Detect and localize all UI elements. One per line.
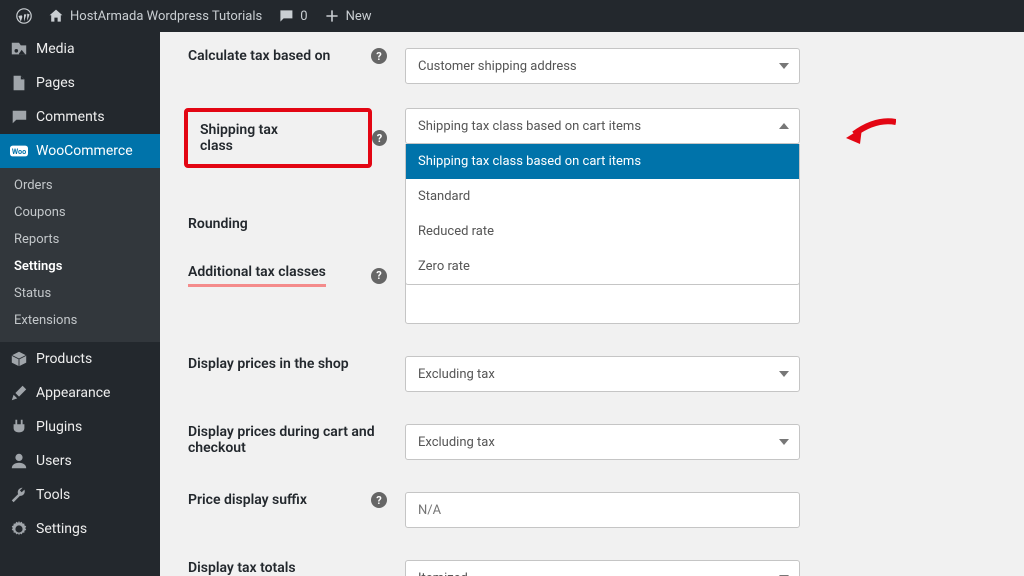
sidebar-item-label: Products (36, 351, 92, 367)
chevron-down-icon (779, 439, 789, 445)
sidebar-item-label: Media (36, 41, 75, 57)
dropdown-option[interactable]: Standard (406, 179, 799, 214)
label-additional-tax-classes: Additional tax classes (188, 264, 326, 280)
select-value: Excluding tax (418, 367, 495, 382)
input-price-suffix[interactable] (405, 492, 800, 528)
sidebar-item-label: WooCommerce (36, 143, 133, 159)
select-value: Itemized (418, 571, 468, 576)
submenu-item-coupons[interactable]: Coupons (0, 199, 160, 226)
sidebar-item-users[interactable]: Users (0, 444, 160, 478)
sidebar-item-label: Users (36, 453, 72, 469)
sidebar-item-plugins[interactable]: Plugins (0, 410, 160, 444)
help-icon[interactable]: ? (371, 268, 387, 284)
label-display-totals: Display tax totals (188, 560, 296, 576)
label-rounding: Rounding (188, 216, 248, 232)
label-calculate-tax: Calculate tax based on (188, 48, 330, 64)
row-display-shop: Display prices in the shop Excluding tax (180, 340, 1004, 408)
label-display-cart: Display prices during cart and checkout (188, 424, 405, 456)
sidebar-item-woocommerce[interactable]: Woo WooCommerce (0, 134, 160, 168)
comments-link[interactable]: 0 (270, 0, 315, 32)
site-link[interactable]: HostArmada Wordpress Tutorials (40, 0, 270, 32)
admin-toolbar: HostArmada Wordpress Tutorials 0 New (0, 0, 1024, 32)
sidebar-item-products[interactable]: Products (0, 342, 160, 376)
settings-content: Calculate tax based on? Customer shippin… (160, 32, 1024, 576)
label-price-suffix: Price display suffix (188, 492, 307, 508)
dropdown-option[interactable]: Shipping tax class based on cart items (406, 144, 799, 179)
select-display-cart[interactable]: Excluding tax (405, 424, 800, 460)
submenu-item-status[interactable]: Status (0, 280, 160, 307)
new-link[interactable]: New (316, 0, 380, 32)
select-display-totals[interactable]: Itemized (405, 560, 800, 576)
sidebar-item-label: Pages (36, 75, 75, 91)
gear-icon (10, 520, 28, 538)
sidebar-item-tools[interactable]: Tools (0, 478, 160, 512)
home-icon (48, 8, 64, 24)
sidebar-item-label: Settings (36, 521, 87, 537)
help-icon[interactable]: ? (372, 130, 387, 146)
row-display-totals: Display tax totals Itemized (180, 544, 1004, 576)
sidebar-item-settings[interactable]: Settings (0, 512, 160, 546)
select-value: Excluding tax (418, 435, 495, 450)
wordpress-logo[interactable] (8, 0, 40, 32)
new-label: New (346, 9, 372, 24)
annotation-arrow (846, 116, 896, 150)
sidebar-item-label: Appearance (36, 385, 110, 401)
select-calculate-tax[interactable]: Customer shipping address (405, 48, 800, 84)
highlight-shipping-tax-class: Shipping tax class (184, 108, 372, 168)
dropdown-shipping-tax-class: Shipping tax class based on cart itemsSt… (405, 144, 800, 285)
svg-text:Woo: Woo (12, 147, 26, 156)
media-icon (10, 40, 28, 58)
dropdown-option[interactable]: Zero rate (406, 249, 799, 284)
sidebar-item-label: Comments (36, 109, 105, 125)
label-shipping-tax-class: Shipping tax class (200, 122, 278, 154)
sidebar-item-label: Tools (36, 487, 70, 503)
comment-icon (278, 8, 294, 24)
submenu-item-settings[interactable]: Settings (0, 253, 160, 280)
dropdown-option[interactable]: Reduced rate (406, 214, 799, 249)
help-icon[interactable]: ? (371, 492, 387, 508)
chevron-down-icon (779, 63, 789, 69)
sidebar-item-media[interactable]: Media (0, 32, 160, 66)
select-display-shop[interactable]: Excluding tax (405, 356, 800, 392)
row-price-suffix: Price display suffix? (180, 476, 1004, 544)
box-icon (10, 350, 28, 368)
sidebar-item-appearance[interactable]: Appearance (0, 376, 160, 410)
user-icon (10, 452, 28, 470)
sidebar-item-label: Plugins (36, 419, 82, 435)
admin-sidebar: Media Pages Comments Woo WooCommerce Order… (0, 32, 160, 576)
comment-icon (10, 108, 28, 126)
highlight-additional-classes: Additional tax classes (188, 264, 326, 287)
comments-count: 0 (300, 9, 307, 24)
page-icon (10, 74, 28, 92)
woo-icon: Woo (10, 142, 28, 160)
row-display-cart: Display prices during cart and checkout … (180, 408, 1004, 476)
sidebar-item-pages[interactable]: Pages (0, 66, 160, 100)
plus-icon (324, 8, 340, 24)
chevron-up-icon (779, 123, 789, 129)
submenu-item-extensions[interactable]: Extensions (0, 307, 160, 334)
chevron-down-icon (779, 371, 789, 377)
site-title: HostArmada Wordpress Tutorials (70, 9, 262, 24)
select-value: Customer shipping address (418, 59, 577, 74)
label-display-shop: Display prices in the shop (188, 356, 349, 372)
wrench-icon (10, 486, 28, 504)
select-value: Shipping tax class based on cart items (418, 119, 641, 134)
submenu-item-orders[interactable]: Orders (0, 172, 160, 199)
brush-icon (10, 384, 28, 402)
row-calculate-tax: Calculate tax based on? Customer shippin… (180, 32, 1004, 100)
wordpress-icon (16, 8, 32, 24)
woocommerce-submenu: OrdersCouponsReportsSettingsStatusExtens… (0, 168, 160, 342)
help-icon[interactable]: ? (371, 48, 387, 64)
sidebar-item-comments[interactable]: Comments (0, 100, 160, 134)
select-shipping-tax-class[interactable]: Shipping tax class based on cart items (405, 108, 800, 144)
submenu-item-reports[interactable]: Reports (0, 226, 160, 253)
plug-icon (10, 418, 28, 436)
